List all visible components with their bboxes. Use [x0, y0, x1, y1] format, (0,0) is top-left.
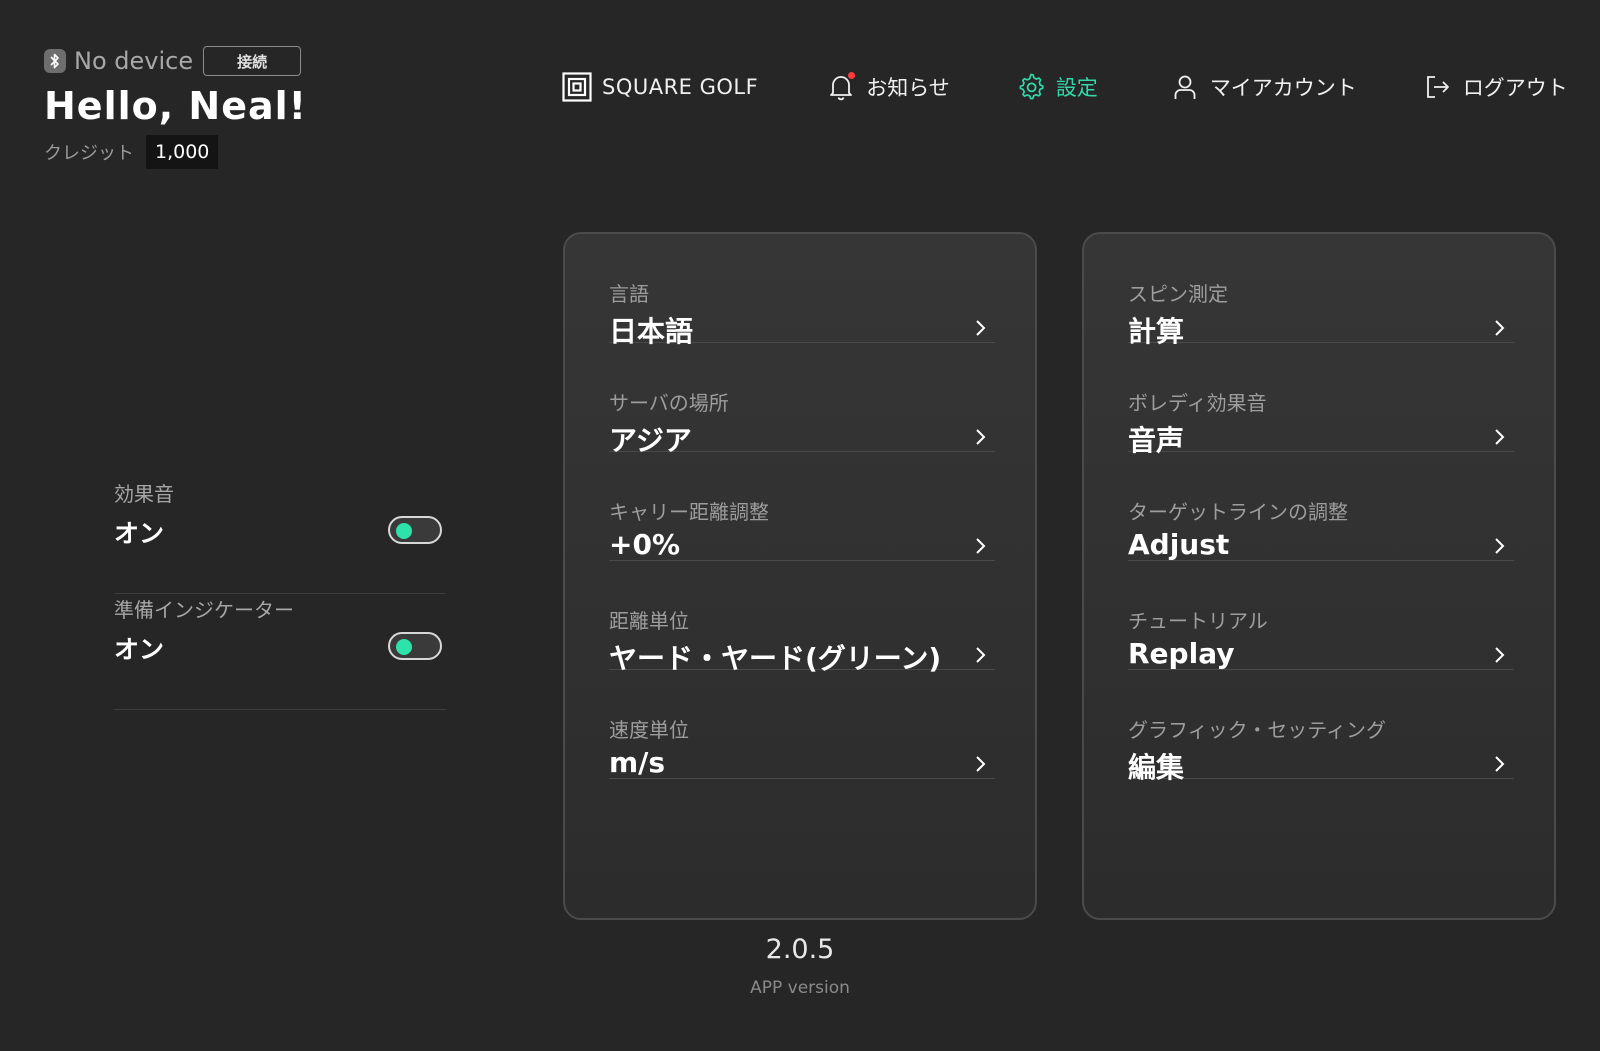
toggle-label: 準備インジケーター: [114, 598, 294, 622]
chevron-right-icon: [1495, 647, 1505, 663]
chevron-right-icon: [976, 756, 986, 772]
logout-icon: [1423, 72, 1453, 102]
nav-account[interactable]: マイアカウント: [1170, 72, 1357, 102]
setting-label: 距離単位: [609, 609, 689, 633]
switch-knob: [396, 639, 412, 655]
square-golf-logo-icon: [562, 72, 592, 102]
app-version-number: 2.0.5: [765, 934, 835, 965]
toggle-list: 効果音 オン 準備インジケーター オン: [114, 478, 446, 710]
credit-label: クレジット: [44, 143, 134, 164]
setting-label: グラフィック・セッティング: [1128, 718, 1386, 742]
setting-value: m/s: [609, 746, 666, 779]
toggle-ready-indicator: 準備インジケーター オン: [114, 594, 446, 710]
device-status: No device 接続: [44, 46, 302, 76]
setting-label: 言語: [609, 282, 649, 306]
toggle-value: オン: [114, 635, 165, 664]
setting-value: Adjust: [1128, 528, 1230, 561]
credit-info: クレジット 1,000: [44, 135, 219, 169]
credit-value: 1,000: [146, 135, 219, 169]
setting-row-language[interactable]: 言語 日本語: [609, 234, 995, 348]
setting-value: 編集: [1128, 751, 1185, 784]
bluetooth-icon: [44, 49, 66, 73]
setting-label: スピン測定: [1128, 282, 1228, 306]
setting-row-target-line[interactable]: ターゲットラインの調整 Adjust: [1128, 452, 1514, 561]
greeting: Hello, Neal!: [44, 84, 307, 128]
chevron-right-icon: [976, 320, 986, 336]
setting-value: Replay: [1128, 637, 1235, 670]
setting-label: キャリー距離調整: [609, 500, 769, 524]
setting-row-carry-distance[interactable]: キャリー距離調整 +0%: [609, 452, 995, 561]
chevron-right-icon: [976, 429, 986, 445]
setting-label: サーバの場所: [609, 391, 729, 415]
app-version-label: APP version: [750, 978, 850, 998]
chevron-right-icon: [1495, 320, 1505, 336]
setting-row-volley-sound[interactable]: ボレディ効果音 音声: [1128, 343, 1514, 457]
ready-indicator-switch[interactable]: [388, 632, 442, 660]
nav-settings-label: 設定: [1055, 76, 1098, 100]
setting-label: チュートリアル: [1128, 609, 1268, 633]
device-name: No device: [74, 47, 194, 75]
nav-brand[interactable]: SQUARE GOLF: [562, 72, 758, 102]
nav-settings[interactable]: 設定: [1016, 72, 1098, 102]
nav-logout[interactable]: ログアウト: [1423, 72, 1568, 102]
setting-row-server-location[interactable]: サーバの場所 アジア: [609, 343, 995, 457]
toggle-value: オン: [114, 519, 165, 548]
nav-notice-label: お知らせ: [866, 76, 950, 100]
switch-knob: [396, 523, 412, 539]
chevron-right-icon: [1495, 429, 1505, 445]
settings-panel-left: 言語 日本語 サーバの場所 アジア キャリー距離調整 +0% 距離単位 ヤード・…: [563, 232, 1037, 920]
connect-button[interactable]: 接続: [203, 46, 302, 76]
chevron-right-icon: [976, 647, 986, 663]
setting-label: ボレディ効果音: [1128, 391, 1267, 415]
chevron-right-icon: [1495, 538, 1505, 554]
setting-value: +0%: [609, 528, 680, 561]
toggle-sound-effects: 効果音 オン: [114, 478, 446, 594]
setting-label: ターゲットラインの調整: [1128, 500, 1348, 524]
toggle-label: 効果音: [114, 482, 174, 506]
sound-effects-switch[interactable]: [388, 516, 442, 544]
nav-notice[interactable]: お知らせ: [826, 72, 950, 102]
chevron-right-icon: [1495, 756, 1505, 772]
setting-row-spin-measurement[interactable]: スピン測定 計算: [1128, 234, 1514, 348]
setting-row-graphic-settings[interactable]: グラフィック・セッティング 編集: [1128, 670, 1514, 784]
settings-page: No device 接続 Hello, Neal! クレジット 1,000 SQ…: [0, 0, 1600, 1051]
user-icon: [1170, 72, 1200, 102]
chevron-right-icon: [976, 538, 986, 554]
top-nav: SQUARE GOLF お知らせ 設定 マイアカウント ログアウト: [562, 72, 1568, 102]
setting-label: 速度単位: [609, 718, 689, 742]
nav-brand-label: SQUARE GOLF: [602, 75, 759, 99]
setting-row-tutorial[interactable]: チュートリアル Replay: [1128, 561, 1514, 670]
bell-icon: [826, 72, 856, 102]
setting-row-distance-unit[interactable]: 距離単位 ヤード・ヤード(グリーン): [609, 561, 995, 675]
setting-row-speed-unit[interactable]: 速度単位 m/s: [609, 670, 995, 779]
settings-panel-right: スピン測定 計算 ボレディ効果音 音声 ターゲットラインの調整 Adjust チ…: [1082, 232, 1556, 920]
nav-account-label: マイアカウント: [1209, 76, 1357, 100]
nav-logout-label: ログアウト: [1462, 76, 1568, 100]
gear-icon: [1016, 72, 1046, 102]
